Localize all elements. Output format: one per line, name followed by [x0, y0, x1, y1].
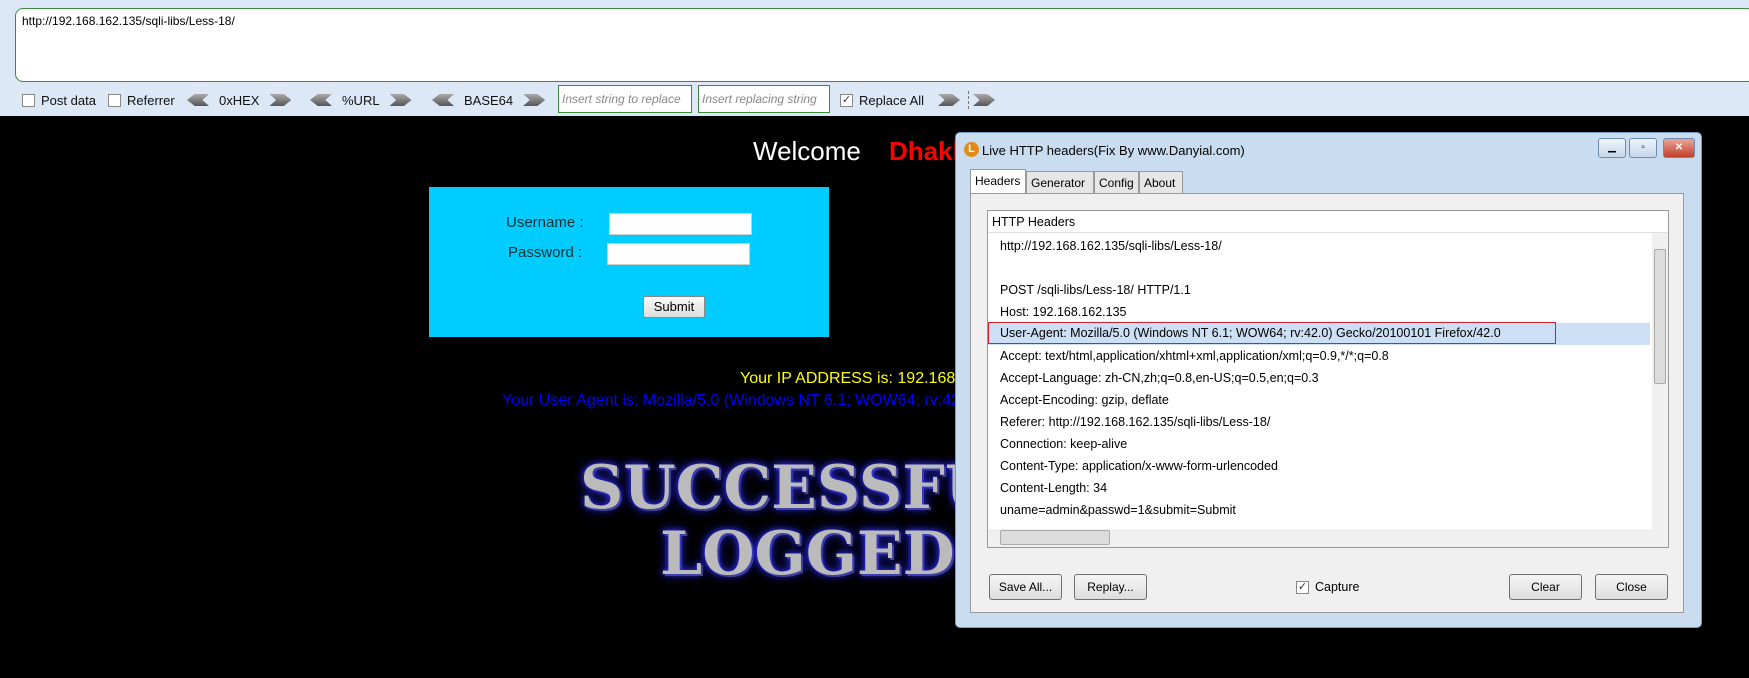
capture-checkbox[interactable]: ✓ Capture [1296, 580, 1359, 594]
clear-button[interactable]: Clear [1509, 574, 1582, 600]
header-line[interactable]: Accept-Language: zh-CN,zh;q=0.8,en-US;q=… [1000, 371, 1319, 385]
base64-group: BASE64 [432, 90, 546, 110]
close-window-button[interactable]: ✕ [1663, 138, 1695, 158]
referrer-label: Referrer [127, 92, 175, 108]
window-title: Live HTTP headers(Fix By www.Danyial.com… [982, 143, 1245, 158]
decode-arrow-icon[interactable] [187, 94, 209, 106]
url-label: %URL [342, 92, 380, 108]
scrollbar-thumb[interactable] [1000, 530, 1110, 545]
header-line[interactable]: Host: 192.168.162.135 [1000, 305, 1127, 319]
header-line[interactable]: Content-Length: 34 [1000, 481, 1107, 495]
header-line[interactable]: http://192.168.162.135/sqli-libs/Less-18… [1000, 239, 1222, 253]
close-button[interactable]: Close [1595, 574, 1668, 600]
welcome-text: Welcome [753, 136, 861, 166]
app-logo-icon: L [964, 142, 979, 157]
post-data-checkbox[interactable]: Post data [22, 90, 96, 110]
encode-arrow-icon[interactable] [269, 94, 292, 106]
encode-arrow-icon[interactable] [523, 94, 546, 106]
replace-string-input[interactable]: Insert replacing string [698, 85, 830, 113]
username-input[interactable] [609, 213, 752, 235]
tab-about[interactable]: About [1139, 171, 1183, 193]
http-headers-column-header: HTTP Headers [988, 211, 1668, 233]
checkbox-icon [22, 93, 35, 107]
maximize-button[interactable]: ▫ [1629, 138, 1657, 158]
http-headers-list[interactable]: HTTP Headers http://192.168.162.135/sqli… [987, 210, 1669, 548]
horizontal-scrollbar[interactable] [988, 529, 1668, 547]
password-label: Password : [508, 244, 583, 261]
post-data-label: Post data [41, 92, 96, 108]
live-http-headers-window: L Live HTTP headers(Fix By www.Danyial.c… [955, 132, 1702, 628]
checkbox-checked-icon: ✓ [840, 93, 853, 107]
tab-generator[interactable]: Generator [1026, 171, 1094, 193]
encode-arrow-icon[interactable] [389, 94, 412, 106]
scrollbar-thumb[interactable] [1654, 249, 1666, 384]
hex-label: 0xHEX [219, 92, 260, 108]
save-all-button[interactable]: Save All... [989, 574, 1062, 600]
referrer-checkbox[interactable]: Referrer [108, 90, 175, 110]
separator [968, 91, 970, 109]
headers-panel: HTTP Headers http://192.168.162.135/sqli… [970, 193, 1684, 613]
header-line[interactable]: Content-Type: application/x-www-form-url… [1000, 459, 1278, 473]
replace-all-label: Replace All [859, 92, 925, 108]
header-line[interactable]: Referer: http://192.168.162.135/sqli-lib… [1000, 415, 1270, 429]
tab-config[interactable]: Config [1094, 171, 1139, 193]
minimize-button[interactable]: ▁ [1598, 138, 1626, 158]
success-logged-in-image: SUCCESSFULLYLOGGED IN [580, 455, 960, 587]
next-arrow-icon[interactable] [973, 94, 996, 106]
checkbox-icon [108, 93, 121, 107]
site-name: Dhakkan [889, 136, 959, 166]
base64-label: BASE64 [464, 92, 514, 108]
find-string-input[interactable]: Insert string to replace [558, 85, 692, 113]
hex-group: 0xHEX [187, 90, 292, 110]
capture-label: Capture [1315, 580, 1360, 594]
username-label: Username : [506, 214, 584, 231]
url-textarea[interactable]: http://192.168.162.135/sqli-libs/Less-18… [15, 8, 1749, 82]
header-line[interactable]: POST /sqli-libs/Less-18/ HTTP/1.1 [1000, 283, 1191, 297]
vertical-scrollbar[interactable] [1652, 233, 1668, 529]
url-group: %URL [310, 90, 412, 110]
replay-button[interactable]: Replay... [1074, 574, 1147, 600]
header-line[interactable]: Accept: text/html,application/xhtml+xml,… [1000, 349, 1389, 363]
submit-button[interactable]: Submit [643, 296, 705, 318]
highlight-box [988, 322, 1556, 344]
replace-arrow-icon[interactable] [938, 94, 961, 106]
checkbox-checked-icon: ✓ [1296, 580, 1309, 594]
header-line[interactable]: Accept-Encoding: gzip, deflate [1000, 393, 1169, 407]
tab-headers[interactable]: Headers [970, 169, 1026, 194]
header-line[interactable]: Connection: keep-alive [1000, 437, 1127, 451]
password-input[interactable] [607, 243, 750, 265]
header-line[interactable]: uname=admin&passwd=1&submit=Submit [1000, 503, 1236, 517]
decode-arrow-icon[interactable] [310, 94, 332, 106]
replace-all-checkbox[interactable]: ✓ Replace All [840, 90, 996, 110]
decode-arrow-icon[interactable] [432, 94, 454, 106]
